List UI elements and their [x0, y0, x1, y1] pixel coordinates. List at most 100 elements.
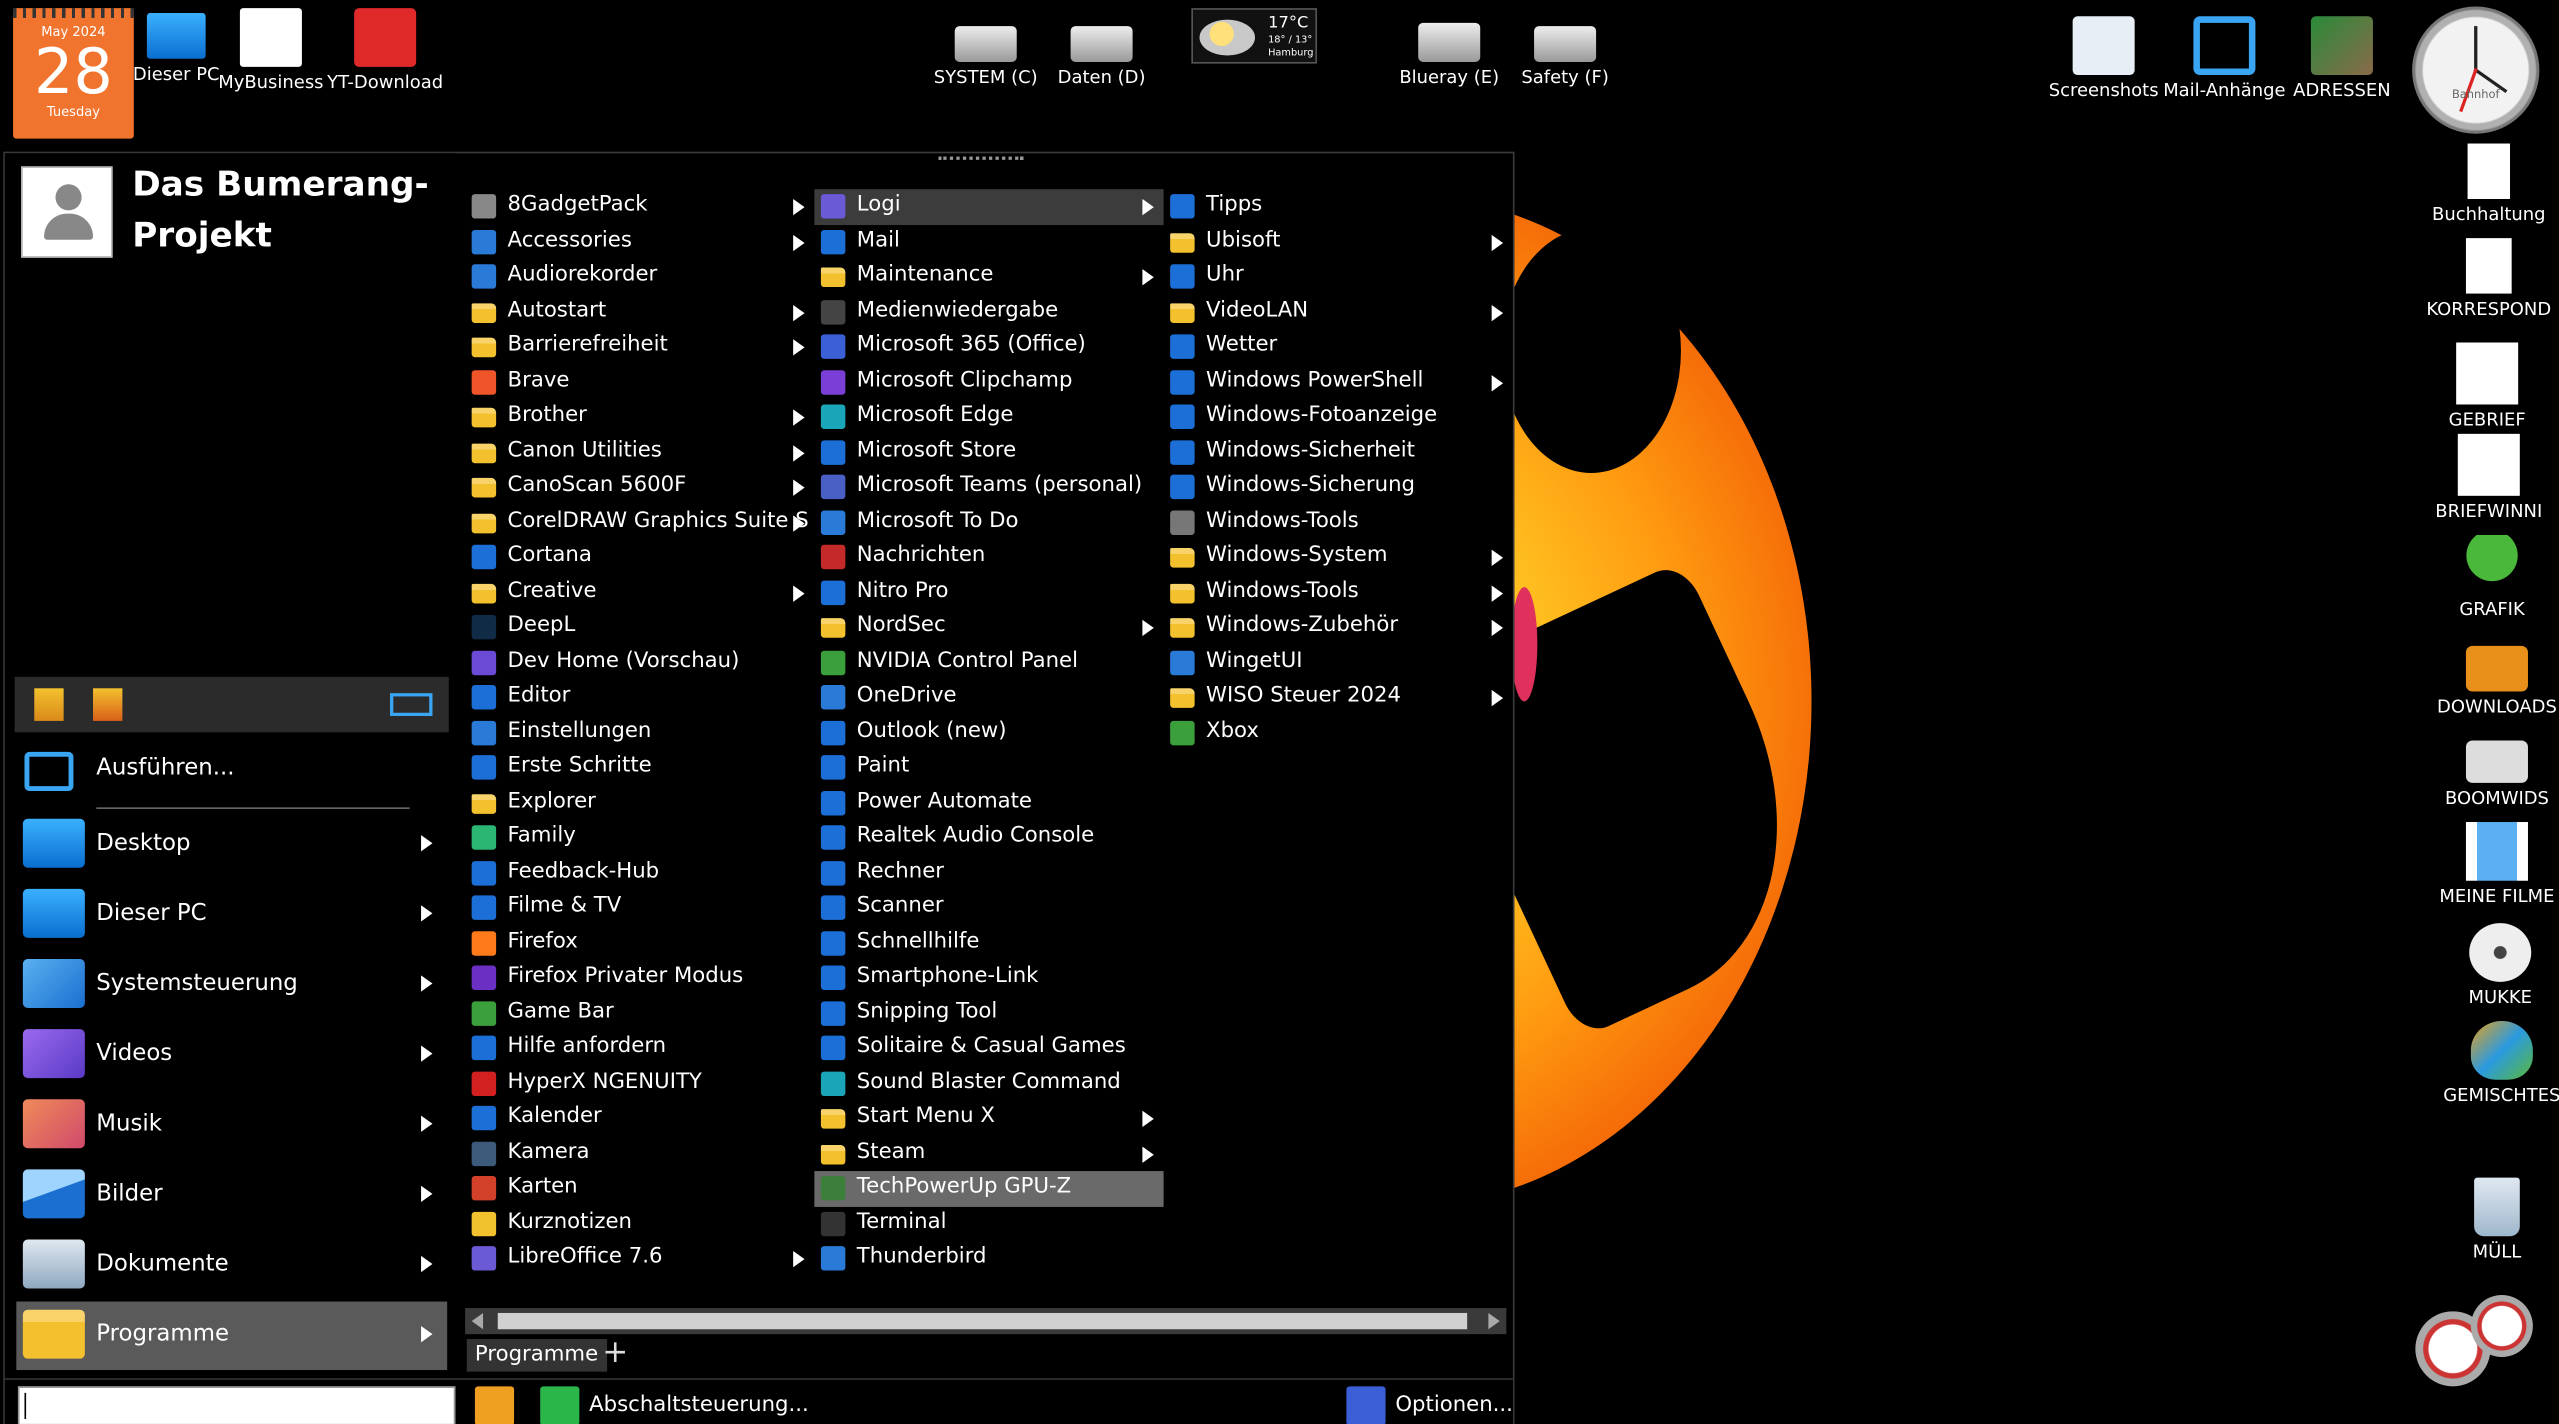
program-item[interactable]: Maintenance [814, 259, 1163, 294]
program-item[interactable]: CanoScan 5600F [465, 470, 814, 505]
program-item[interactable]: WISO Steuer 2024 [1164, 680, 1513, 715]
program-item[interactable]: Solitaire & Casual Games [814, 1031, 1163, 1066]
program-item[interactable]: Firefox Privater Modus [465, 961, 814, 996]
add-tab-icon[interactable]: + [602, 1334, 628, 1370]
program-item[interactable]: Scanner [814, 891, 1163, 926]
desktop-icon-meine-filme[interactable]: MEINE FILME [2432, 822, 2559, 907]
program-item[interactable]: Hilfe anfordern [465, 1031, 814, 1066]
program-item[interactable]: Dev Home (Vorschau) [465, 645, 814, 680]
program-item[interactable]: Kamera [465, 1136, 814, 1171]
program-item[interactable]: Power Automate [814, 785, 1163, 820]
program-item[interactable]: Start Menu X [814, 1101, 1163, 1136]
program-item[interactable]: Uhr [1164, 259, 1513, 294]
program-item[interactable]: Steam [814, 1136, 1163, 1171]
remove-shortcut-icon[interactable] [93, 688, 123, 721]
program-item[interactable]: Windows-Tools [1164, 575, 1513, 610]
program-item[interactable]: Windows-Sicherheit [1164, 435, 1513, 470]
program-item[interactable]: Outlook (new) [814, 715, 1163, 750]
desktop-icon-daten-d[interactable]: Daten (D) [1036, 13, 1167, 88]
left-item-systemsteuerung[interactable]: Systemsteuerung [16, 951, 447, 1020]
cpu-meter-gadget[interactable] [2412, 1295, 2536, 1387]
program-item[interactable]: Microsoft Teams (personal) [814, 470, 1163, 505]
scroll-right-icon[interactable] [1488, 1312, 1500, 1330]
program-item[interactable]: Microsoft Edge [814, 400, 1163, 435]
program-item[interactable]: Tipps [1164, 189, 1513, 224]
desktop-icon-blueray-e[interactable]: Blueray (E) [1384, 13, 1515, 88]
left-item-dieser-pc[interactable]: Dieser PC [16, 881, 447, 950]
left-item-dokumente[interactable]: Dokumente [16, 1231, 447, 1300]
desktop-icon-yt-download[interactable]: YT-Download [320, 8, 451, 93]
program-item[interactable]: Thunderbird [814, 1241, 1163, 1276]
desktop-icon-briefwinni[interactable]: BRIEFWINNI [2424, 433, 2555, 522]
desktop-icon-gebrief[interactable]: GEBRIEF [2422, 342, 2553, 431]
program-item[interactable]: Mail [814, 224, 1163, 259]
scroll-left-icon[interactable] [471, 1312, 484, 1330]
program-item[interactable]: LibreOffice 7.6 [465, 1241, 814, 1276]
program-item[interactable]: Cortana [465, 540, 814, 575]
program-item[interactable]: Barrierefreiheit [465, 329, 814, 364]
program-item[interactable]: Windows-System [1164, 540, 1513, 575]
horizontal-scrollbar[interactable] [465, 1308, 1507, 1335]
program-item[interactable]: Einstellungen [465, 715, 814, 750]
program-item[interactable]: Karten [465, 1171, 814, 1206]
clock-gadget[interactable]: Bahnhof [2412, 6, 2540, 134]
program-item[interactable]: Family [465, 820, 814, 855]
resize-grip[interactable] [938, 156, 1024, 164]
desktop-icon-muell[interactable]: MÜLL [2432, 1177, 2559, 1262]
desktop-icon-grafik[interactable]: GRAFIK [2427, 534, 2558, 620]
program-item[interactable]: Creative [465, 575, 814, 610]
desktop-icon-mybusiness[interactable]: MyBusiness [206, 8, 337, 93]
program-item[interactable]: Erste Schritte [465, 750, 814, 785]
left-item-musik[interactable]: Musik [16, 1091, 447, 1160]
program-item[interactable]: NordSec [814, 610, 1163, 645]
program-item[interactable]: Microsoft Clipchamp [814, 365, 1163, 400]
program-item[interactable]: Brother [465, 400, 814, 435]
program-item[interactable]: Editor [465, 680, 814, 715]
program-item[interactable]: Paint [814, 750, 1163, 785]
program-item[interactable]: Kalender [465, 1101, 814, 1136]
program-item[interactable]: Windows-Zubehör [1164, 610, 1513, 645]
program-item[interactable]: Game Bar [465, 996, 814, 1031]
desktop-icon-adressen[interactable]: ADRESSEN [2277, 16, 2408, 101]
program-item[interactable]: Kurznotizen [465, 1206, 814, 1241]
desktop-icon-system-c[interactable]: SYSTEM (C) [920, 13, 1051, 88]
program-item[interactable]: Wetter [1164, 329, 1513, 364]
program-item[interactable]: Canon Utilities [465, 435, 814, 470]
desktop-icon-gemischtes[interactable]: GEMISCHTES [2437, 1021, 2559, 1106]
program-item[interactable]: Smartphone-Link [814, 961, 1163, 996]
program-item[interactable]: Realtek Audio Console [814, 820, 1163, 855]
program-item[interactable]: WingetUI [1164, 645, 1513, 680]
program-item[interactable]: Xbox [1164, 715, 1513, 750]
program-item[interactable]: Rechner [814, 855, 1163, 890]
tab-programme[interactable]: Programme [466, 1339, 607, 1372]
program-item[interactable]: Accessories [465, 224, 814, 259]
program-item[interactable]: Audiorekorder [465, 259, 814, 294]
program-item[interactable]: Explorer [465, 785, 814, 820]
window-icon[interactable] [390, 693, 433, 717]
program-item[interactable]: HyperX NGENUITY [465, 1066, 814, 1101]
desktop-icon-boomwids[interactable]: BOOMWIDS [2432, 731, 2559, 809]
desktop-icon-buchhaltung[interactable]: Buchhaltung [2424, 143, 2555, 225]
program-item[interactable]: Autostart [465, 294, 814, 329]
add-shortcut-icon[interactable] [34, 688, 64, 721]
desktop-icon-screenshots[interactable]: Screenshots [2038, 16, 2169, 101]
program-item[interactable]: VideoLAN [1164, 294, 1513, 329]
program-item[interactable]: Microsoft Store [814, 435, 1163, 470]
program-item[interactable]: Windows-Fotoanzeige [1164, 400, 1513, 435]
weather-gadget[interactable]: 17°C 18° / 13° Hamburg [1191, 8, 1318, 64]
search-input[interactable] [17, 1386, 456, 1424]
program-item[interactable]: Nachrichten [814, 540, 1163, 575]
program-item[interactable]: Microsoft 365 (Office) [814, 329, 1163, 364]
program-item[interactable]: Medienwiedergabe [814, 294, 1163, 329]
program-item[interactable]: Logi [814, 189, 1164, 225]
desktop-icon-mail-anhaenge[interactable]: Mail-Anhänge [2159, 16, 2290, 101]
program-item[interactable]: Sound Blaster Command [814, 1066, 1163, 1101]
program-item[interactable]: Feedback-Hub [465, 855, 814, 890]
program-item[interactable]: Schnellhilfe [814, 926, 1163, 961]
program-item[interactable]: 8GadgetPack [465, 189, 814, 224]
program-item[interactable]: NVIDIA Control Panel [814, 645, 1163, 680]
program-item[interactable]: Windows PowerShell [1164, 365, 1513, 400]
user-avatar[interactable] [21, 166, 113, 258]
program-item[interactable]: Terminal [814, 1206, 1163, 1241]
program-item[interactable]: Snipping Tool [814, 996, 1163, 1031]
